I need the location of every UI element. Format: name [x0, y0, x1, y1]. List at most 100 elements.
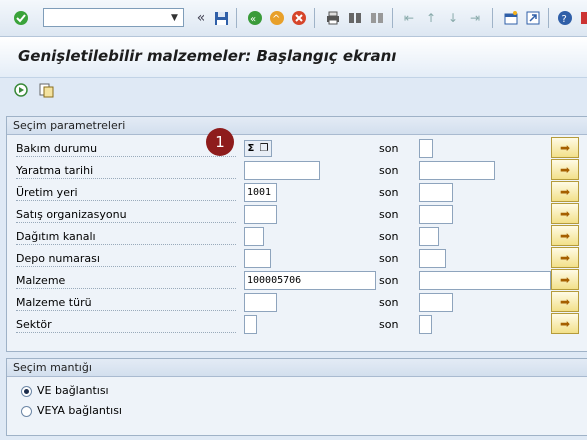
son-label: son: [379, 274, 399, 287]
customize-layout-icon[interactable]: [577, 9, 587, 27]
selection-options-button[interactable]: Σ ❐: [244, 140, 272, 157]
from-input[interactable]: 1001: [244, 183, 277, 202]
exit-icon[interactable]: ^: [268, 9, 286, 27]
multiple-selection-button[interactable]: ➡: [551, 291, 579, 312]
svg-text:?: ?: [562, 14, 567, 25]
field-label: Dağıtım kanalı: [16, 230, 236, 245]
print-icon[interactable]: [324, 9, 342, 27]
radio-and[interactable]: [21, 386, 32, 397]
multiple-selection-button[interactable]: ➡: [551, 203, 579, 224]
save-icon[interactable]: [212, 9, 230, 27]
field-label: Üretim yeri: [16, 186, 236, 201]
page-title: Genişletilebilir malzemeler: Başlangıç e…: [18, 47, 397, 65]
help-icon[interactable]: ?: [556, 9, 574, 27]
from-input[interactable]: [244, 315, 257, 334]
selection-row: Üretim yeri 1001 son ➡: [6, 181, 587, 202]
from-input[interactable]: [244, 249, 271, 268]
field-label: Bakım durumu: [16, 142, 236, 157]
son-label: son: [379, 142, 399, 155]
radio-and-label: VE bağlantısı: [37, 384, 109, 397]
field-label: Sektör: [16, 318, 236, 333]
selection-row: Sektör son ➡: [6, 313, 587, 334]
from-input[interactable]: [244, 161, 320, 180]
arrow-right-icon: ➡: [559, 250, 571, 265]
multiple-selection-button[interactable]: ➡: [551, 313, 579, 334]
group-header: Seçim parametreleri: [7, 117, 587, 135]
previous-page-icon[interactable]: ↑: [422, 9, 440, 27]
field-label: Satış organizasyonu: [16, 208, 236, 223]
new-session-icon[interactable]: [502, 9, 520, 27]
last-page-icon[interactable]: ⇥: [466, 9, 484, 27]
from-input[interactable]: [244, 293, 277, 312]
application-toolbar: [0, 78, 587, 104]
arrow-right-icon: ➡: [559, 184, 571, 199]
selection-row: Malzeme türü son ➡: [6, 291, 587, 312]
son-label: son: [379, 164, 399, 177]
son-label: son: [379, 208, 399, 221]
from-input[interactable]: [244, 227, 264, 246]
arrow-right-icon: ➡: [559, 162, 571, 177]
copy-icon: ❐: [259, 143, 269, 154]
field-label: Malzeme: [16, 274, 236, 289]
arrow-right-icon: ➡: [559, 272, 571, 287]
selection-row: Dağıtım kanalı son ➡: [6, 225, 587, 246]
arrow-right-icon: ➡: [559, 316, 571, 331]
execute-icon[interactable]: [12, 81, 30, 99]
son-label: son: [379, 186, 399, 199]
to-input[interactable]: [419, 271, 551, 290]
multiple-selection-button[interactable]: ➡: [551, 269, 579, 290]
title-bar: Genişletilebilir malzemeler: Başlangıç e…: [0, 37, 587, 78]
command-field[interactable]: [43, 8, 184, 27]
selection-row: Satış organizasyonu son ➡: [6, 203, 587, 224]
selection-row: Depo numarası son ➡: [6, 247, 587, 268]
to-input[interactable]: [419, 139, 433, 158]
from-input[interactable]: 100005706: [244, 271, 376, 290]
to-input[interactable]: [419, 161, 495, 180]
son-label: son: [379, 252, 399, 265]
multiple-selection-button[interactable]: ➡: [551, 247, 579, 268]
get-variant-icon[interactable]: [37, 81, 55, 99]
selection-row: Malzeme 100005706 son ➡: [6, 269, 587, 290]
arrow-right-icon: ➡: [559, 228, 571, 243]
arrow-right-icon: ➡: [559, 140, 571, 155]
field-label: Yaratma tarihi: [16, 164, 236, 179]
collapse-command-icon[interactable]: «: [192, 9, 210, 27]
multiple-selection-button[interactable]: ➡: [551, 137, 579, 158]
radio-or-label: VEYA bağlantısı: [37, 404, 122, 417]
to-input[interactable]: [419, 205, 453, 224]
svg-text:«: «: [250, 14, 256, 25]
field-label: Malzeme türü: [16, 296, 236, 311]
system-toolbar: ▼ « « ^ ⇤ ↑ ↓ ⇥ ?: [0, 0, 587, 37]
cancel-icon[interactable]: [290, 9, 308, 27]
to-input[interactable]: [419, 227, 439, 246]
selection-logic-group: Seçim mantığı VE bağlantısı VEYA bağlant…: [6, 358, 587, 436]
son-label: son: [379, 318, 399, 331]
chevron-down-icon[interactable]: ▼: [166, 9, 183, 26]
back-icon[interactable]: «: [246, 9, 264, 27]
to-input[interactable]: [419, 183, 453, 202]
first-page-icon[interactable]: ⇤: [400, 9, 418, 27]
radio-or[interactable]: [21, 406, 32, 417]
son-label: son: [379, 296, 399, 309]
to-input[interactable]: [419, 249, 446, 268]
enter-icon[interactable]: [12, 9, 30, 27]
field-label: Depo numarası: [16, 252, 236, 267]
next-page-icon[interactable]: ↓: [444, 9, 462, 27]
group-header: Seçim mantığı: [7, 359, 587, 377]
find-icon[interactable]: [346, 9, 364, 27]
multiple-selection-button[interactable]: ➡: [551, 181, 579, 202]
svg-text:^: ^: [272, 14, 280, 25]
selection-row: Bakım durumu son ➡: [6, 137, 587, 158]
selection-row: Yaratma tarihi son ➡: [6, 159, 587, 180]
arrow-right-icon: ➡: [559, 206, 571, 221]
to-input[interactable]: [419, 315, 432, 334]
son-label: son: [379, 230, 399, 243]
shortcut-icon[interactable]: [524, 9, 542, 27]
multiple-selection-button[interactable]: ➡: [551, 159, 579, 180]
arrow-right-icon: ➡: [559, 294, 571, 309]
from-input[interactable]: [244, 205, 277, 224]
find-next-icon[interactable]: [368, 9, 386, 27]
multiple-selection-button[interactable]: ➡: [551, 225, 579, 246]
to-input[interactable]: [419, 293, 453, 312]
sigma-icon: Σ: [247, 143, 255, 154]
